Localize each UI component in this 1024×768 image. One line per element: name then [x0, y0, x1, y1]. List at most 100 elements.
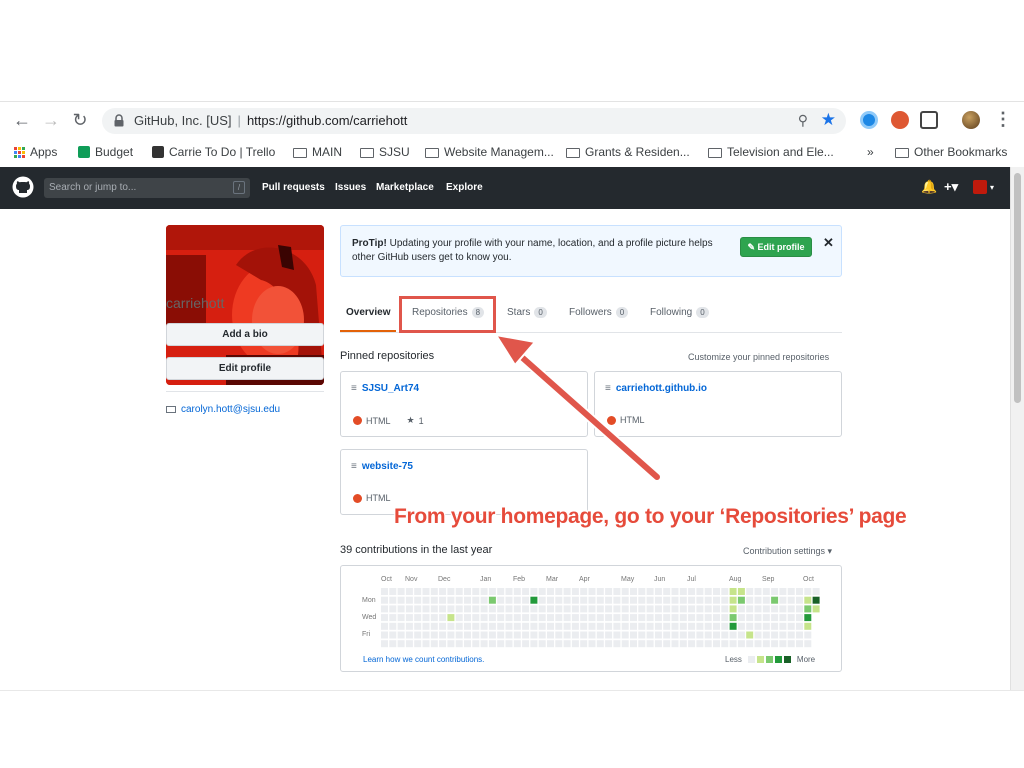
contribution-day-cell[interactable]: [464, 640, 471, 648]
contribution-day-cell[interactable]: [638, 605, 646, 613]
contribution-day-cell[interactable]: [771, 596, 779, 604]
contribution-day-cell[interactable]: [605, 640, 613, 648]
contribution-day-cell[interactable]: [621, 622, 629, 630]
bookmark-budget[interactable]: Budget: [78, 145, 133, 159]
contribution-day-cell[interactable]: [447, 631, 455, 639]
contribution-day-cell[interactable]: [522, 640, 530, 648]
bookmark-sjsu[interactable]: SJSU: [360, 145, 410, 159]
bookmark-other[interactable]: Other Bookmarks: [895, 145, 1007, 159]
contribution-day-cell[interactable]: [704, 631, 712, 639]
contribution-day-cell[interactable]: [580, 614, 588, 622]
contribution-day-cell[interactable]: [505, 605, 513, 613]
contribution-day-cell[interactable]: [621, 596, 629, 604]
contribution-day-cell[interactable]: [464, 614, 471, 622]
contribution-day-cell[interactable]: [704, 640, 712, 648]
contribution-day-cell[interactable]: [713, 588, 720, 595]
contribution-day-cell[interactable]: [555, 605, 563, 613]
contribution-day-cell[interactable]: [729, 622, 737, 630]
contribution-day-cell[interactable]: [704, 614, 712, 622]
contribution-day-cell[interactable]: [472, 588, 480, 595]
contribution-day-cell[interactable]: [754, 614, 762, 622]
contribution-day-cell[interactable]: [638, 596, 646, 604]
contribution-day-cell[interactable]: [654, 588, 662, 595]
contribution-day-cell[interactable]: [530, 596, 538, 604]
contribution-day-cell[interactable]: [646, 631, 654, 639]
contribution-day-cell[interactable]: [530, 588, 538, 595]
contribution-day-cell[interactable]: [447, 640, 455, 648]
contribution-day-cell[interactable]: [762, 631, 770, 639]
contribution-day-cell[interactable]: [397, 631, 405, 639]
contribution-day-cell[interactable]: [547, 614, 554, 622]
contribution-day-cell[interactable]: [713, 622, 720, 630]
contribution-day-cell[interactable]: [762, 640, 770, 648]
contribution-day-cell[interactable]: [513, 640, 521, 648]
contribution-day-cell[interactable]: [638, 640, 646, 648]
contribution-day-cell[interactable]: [638, 588, 646, 595]
contribution-day-cell[interactable]: [580, 622, 588, 630]
contribution-day-cell[interactable]: [397, 588, 405, 595]
contribution-day-cell[interactable]: [381, 640, 388, 648]
contribution-day-cell[interactable]: [762, 622, 770, 630]
notification-bell-icon[interactable]: 🔔: [921, 179, 937, 195]
nav-explore[interactable]: Explore: [446, 182, 483, 193]
contribution-day-cell[interactable]: [422, 614, 430, 622]
contribution-day-cell[interactable]: [654, 640, 662, 648]
contribution-day-cell[interactable]: [563, 588, 571, 595]
contribution-day-cell[interactable]: [596, 614, 604, 622]
contribution-day-cell[interactable]: [646, 605, 654, 613]
contribution-day-cell[interactable]: [513, 596, 521, 604]
contribution-day-cell[interactable]: [422, 631, 430, 639]
customize-pins-link[interactable]: Customize your pinned repositories: [688, 352, 829, 362]
contribution-day-cell[interactable]: [505, 622, 513, 630]
contribution-day-cell[interactable]: [646, 614, 654, 622]
contribution-day-cell[interactable]: [397, 596, 405, 604]
contribution-day-cell[interactable]: [754, 605, 762, 613]
contribution-day-cell[interactable]: [688, 614, 696, 622]
contribution-day-cell[interactable]: [480, 622, 488, 630]
contribution-day-cell[interactable]: [713, 631, 720, 639]
bookmark-website-management[interactable]: Website Managem...: [425, 145, 554, 159]
contribution-day-cell[interactable]: [588, 605, 596, 613]
contribution-day-cell[interactable]: [455, 614, 463, 622]
zoom-icon[interactable]: ⚲: [798, 112, 808, 129]
contribution-day-cell[interactable]: [447, 614, 455, 622]
contribution-day-cell[interactable]: [646, 588, 654, 595]
contribution-day-cell[interactable]: [696, 640, 704, 648]
contribution-day-cell[interactable]: [804, 640, 812, 648]
contribution-day-cell[interactable]: [671, 614, 679, 622]
contribution-day-cell[interactable]: [414, 614, 422, 622]
contribution-day-cell[interactable]: [679, 614, 687, 622]
contribution-day-cell[interactable]: [630, 596, 637, 604]
bookmark-main[interactable]: MAIN: [293, 145, 342, 159]
contribution-day-cell[interactable]: [588, 588, 596, 595]
contribution-day-cell[interactable]: [663, 605, 671, 613]
contribution-day-cell[interactable]: [397, 605, 405, 613]
contribution-day-cell[interactable]: [488, 596, 496, 604]
contribution-day-cell[interactable]: [588, 622, 596, 630]
bookmark-trello[interactable]: Carrie To Do | Trello: [152, 145, 275, 159]
contribution-day-cell[interactable]: [538, 588, 546, 595]
github-search-input[interactable]: Search or jump to... /: [44, 178, 250, 198]
contribution-day-cell[interactable]: [389, 640, 397, 648]
contribution-day-cell[interactable]: [679, 622, 687, 630]
contribution-day-cell[interactable]: [754, 631, 762, 639]
contribution-day-cell[interactable]: [762, 605, 770, 613]
contribution-day-cell[interactable]: [447, 622, 455, 630]
contribution-day-cell[interactable]: [439, 622, 447, 630]
scrollbar-thumb[interactable]: [1014, 173, 1021, 403]
contribution-day-cell[interactable]: [630, 640, 637, 648]
edit-profile-button[interactable]: Edit profile: [166, 357, 324, 380]
repo-name-link[interactable]: carriehott.github.io: [616, 383, 707, 394]
contribution-day-cell[interactable]: [538, 605, 546, 613]
contribution-day-cell[interactable]: [654, 631, 662, 639]
nav-marketplace[interactable]: Marketplace: [376, 182, 434, 193]
contribution-day-cell[interactable]: [737, 631, 745, 639]
contribution-day-cell[interactable]: [696, 588, 704, 595]
contribution-day-cell[interactable]: [696, 614, 704, 622]
contribution-day-cell[interactable]: [389, 596, 397, 604]
contribution-day-cell[interactable]: [638, 614, 646, 622]
contribution-day-cell[interactable]: [605, 605, 613, 613]
contribution-day-cell[interactable]: [555, 614, 563, 622]
contribution-day-cell[interactable]: [538, 640, 546, 648]
protip-edit-profile-button[interactable]: ✎ Edit profile: [740, 237, 812, 257]
